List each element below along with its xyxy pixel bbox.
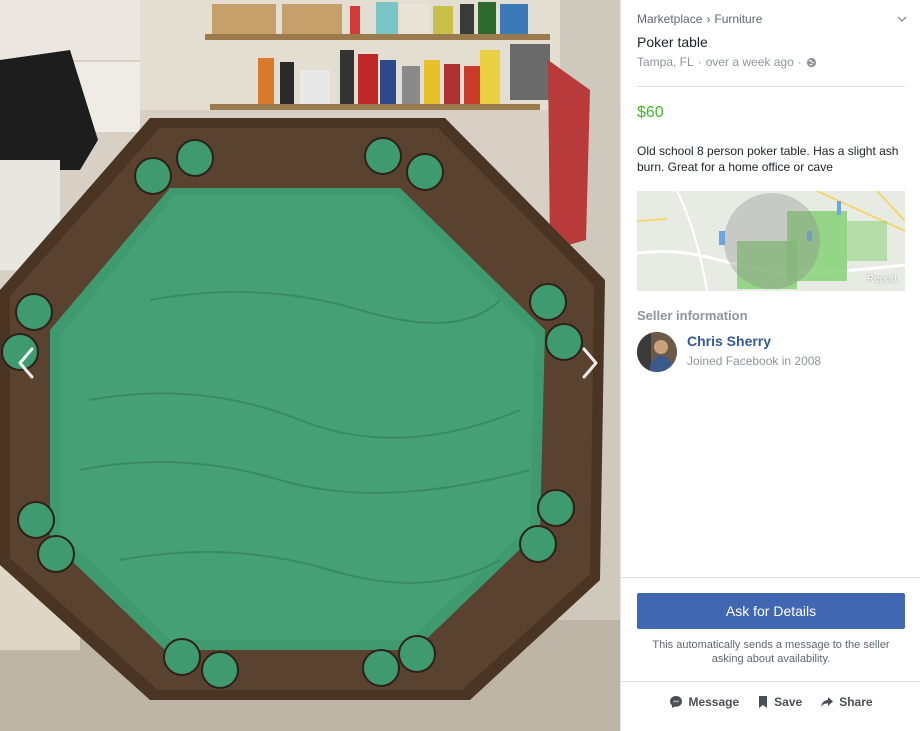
map-image xyxy=(637,191,905,291)
meta-separator: · xyxy=(797,55,802,69)
listing-details-panel: Marketplace › Furniture Poker table Tamp… xyxy=(620,0,920,731)
listing-meta: Tampa, FL · over a week ago · xyxy=(637,55,817,69)
breadcrumb: Marketplace › Furniture xyxy=(637,12,907,26)
seller-avatar-image xyxy=(637,332,677,372)
share-icon xyxy=(821,697,834,707)
bookmark-icon xyxy=(759,696,768,708)
seller-joined: Joined Facebook in 2008 xyxy=(687,354,822,368)
listing-description: Old school 8 person poker table. Has a s… xyxy=(637,144,899,174)
chevron-down-icon xyxy=(897,16,907,23)
listing-location: Tampa, FL xyxy=(637,55,694,69)
chevron-left-icon xyxy=(18,347,34,379)
seller-name-link[interactable]: Chris Sherry xyxy=(687,333,771,349)
breadcrumb-separator: › xyxy=(706,12,711,26)
avatar[interactable] xyxy=(637,332,677,372)
breadcrumb-marketplace[interactable]: Marketplace xyxy=(637,12,702,26)
share-label: Share xyxy=(839,695,873,709)
next-photo-button[interactable] xyxy=(578,343,602,383)
divider xyxy=(637,86,905,87)
chevron-right-icon xyxy=(582,347,598,379)
messenger-icon xyxy=(670,696,683,708)
ask-for-details-button[interactable]: Ask for Details xyxy=(637,593,905,629)
location-map[interactable]: Report xyxy=(637,191,905,291)
options-dropdown[interactable] xyxy=(897,13,907,27)
message-label: Message xyxy=(688,695,740,709)
meta-separator: · xyxy=(697,55,702,69)
listing-photo[interactable] xyxy=(0,0,620,731)
listing-title: Poker table xyxy=(637,34,708,50)
save-label: Save xyxy=(774,695,803,709)
globe-icon xyxy=(806,57,816,67)
seller-heading: Seller information xyxy=(637,308,748,323)
save-button[interactable]: Save xyxy=(757,695,802,709)
divider xyxy=(621,577,920,578)
action-bar: Message Save Share xyxy=(621,695,920,709)
poker-table-image xyxy=(0,0,620,731)
previous-photo-button[interactable] xyxy=(14,343,38,383)
message-button[interactable]: Message xyxy=(669,695,739,709)
breadcrumb-furniture[interactable]: Furniture xyxy=(714,12,762,26)
divider xyxy=(621,681,920,682)
ask-note: This automatically sends a message to th… xyxy=(652,639,890,665)
listing-posted-time[interactable]: over a week ago xyxy=(706,55,794,69)
map-report-link[interactable]: Report xyxy=(867,274,897,285)
listing-price: $60 xyxy=(637,104,664,121)
share-button[interactable]: Share xyxy=(820,695,873,709)
